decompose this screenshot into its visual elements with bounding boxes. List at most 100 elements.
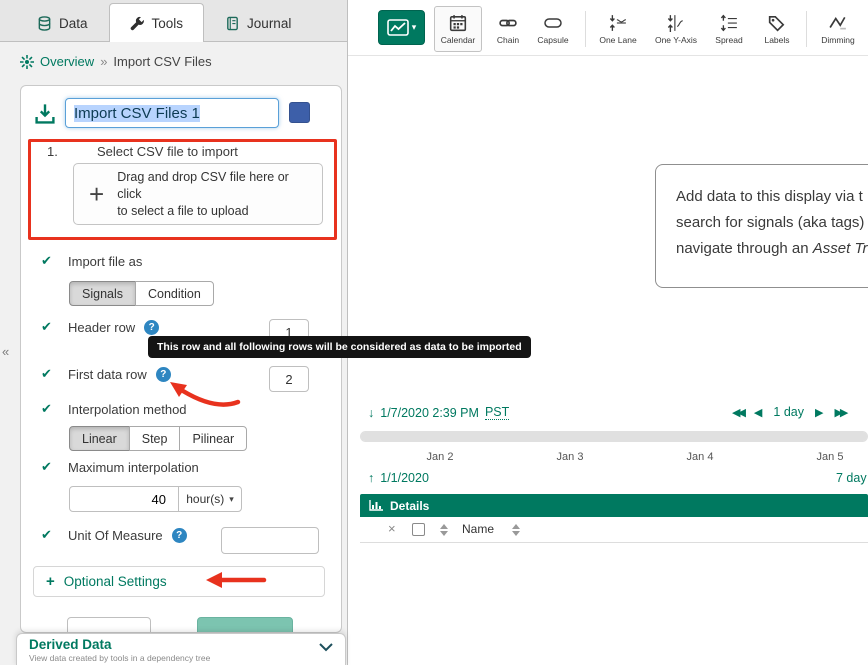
overview-home-icon [20,55,34,69]
time-scrollbar-handle[interactable] [361,432,867,441]
display-pane: ▾ Calendar Chain Capsule One Lane One Y-… [348,0,868,665]
interpolation-unit-value: hour(s) [186,492,224,506]
select-all-checkbox[interactable] [412,523,425,536]
unit-of-measure-row: ✔ Unit Of Measure ? [41,526,187,544]
details-panel-header[interactable]: Details [360,494,868,517]
range-start-label[interactable]: 1/1/2020 [380,471,429,485]
optional-settings-label: Optional Settings [64,574,167,589]
tab-tools[interactable]: Tools [109,3,205,42]
signals-option-button[interactable]: Signals [69,281,136,306]
wrench-icon [130,16,145,31]
interpolation-method-label: Interpolation method [68,402,187,417]
name-column-header[interactable]: Name [462,522,494,536]
axis-tick: Jan 4 [687,451,714,463]
display-toolbar: ▾ Calendar Chain Capsule One Lane One Y-… [348,0,868,56]
step-back-double-button[interactable]: ◀◀ [732,406,743,419]
tab-tools-label: Tools [152,16,184,31]
import-file-as-toggle: Signals Condition [69,281,214,306]
first-data-row-row: ✔ First data row ? [41,365,171,383]
csv-dropzone[interactable]: + Drag and drop CSV file here or click t… [73,163,323,225]
one-y-axis-icon [667,14,685,32]
maximum-interpolation-row: ✔ Maximum interpolation [41,458,199,476]
derived-data-text: Derived Data View data created by tools … [29,637,210,663]
first-data-row-help-icon[interactable]: ? [156,367,171,382]
derived-data-panel[interactable]: Derived Data View data created by tools … [16,633,346,665]
step1-number: 1. [47,144,58,159]
optional-settings-expander[interactable]: + Optional Settings [33,566,325,597]
axis-tick: Jan 5 [817,451,844,463]
time-step-label[interactable]: 1 day [773,405,804,419]
remove-all-icon[interactable]: × [388,521,396,536]
timezone-label[interactable]: PST [485,405,509,420]
maximum-interpolation-label: Maximum interpolation [68,460,199,475]
database-icon [37,16,52,31]
toolbar-capsule-button[interactable]: Capsule [530,6,576,52]
card-footer-button-right[interactable] [197,617,293,633]
tab-data-label: Data [59,16,88,31]
range-duration-label[interactable]: 7 day [836,471,867,485]
tab-data[interactable]: Data [16,5,109,41]
toolbar-capsule-label: Capsule [537,35,568,45]
sidebar-collapse-control[interactable]: « [2,344,9,359]
step1-label: Select CSV file to import [97,144,238,159]
import-file-as-label: Import file as [68,254,142,269]
time-scrollbar[interactable] [360,431,868,442]
details-chart-icon [369,500,383,511]
tool-name-selected-text: Import CSV Files 1 [74,105,200,122]
unit-of-measure-help-icon[interactable]: ? [172,528,187,543]
color-picker-button[interactable] [289,102,310,123]
tool-name-input[interactable]: Import CSV Files 1 [65,98,279,128]
plus-icon: + [46,573,55,590]
condition-option-button[interactable]: Condition [135,281,214,306]
breadcrumb-overview-link[interactable]: Overview [40,54,94,69]
unit-of-measure-input[interactable] [221,527,319,554]
dimming-icon [829,14,847,32]
import-download-icon [33,102,57,126]
view-selector-button[interactable]: ▾ [378,10,425,45]
labels-tag-icon [768,14,786,32]
tab-journal-label: Journal [247,16,291,31]
toolbar-labels-button[interactable]: Labels [756,6,798,52]
toolbar-spread-label: Spread [715,35,742,45]
chevron-down-icon[interactable] [319,643,333,652]
interpolation-unit-dropdown[interactable]: hour(s) ▾ [178,486,242,512]
range-start-group: ↑ 1/1/2020 [368,471,429,485]
maximum-interpolation-input[interactable] [69,486,179,512]
cursor-time-label[interactable]: 1/7/2020 2:39 PM [380,406,479,420]
card-footer-button-left[interactable] [67,617,151,633]
help-line-1: Add data to this display via t [676,184,868,210]
spread-icon [720,14,738,32]
toolbar-spread-button[interactable]: Spread [708,6,750,52]
toolbar-chain-label: Chain [497,35,519,45]
first-data-row-input[interactable] [269,366,309,392]
one-lane-icon [609,14,627,32]
step-forward-double-button[interactable]: ▶▶ [834,406,845,419]
plus-icon: + [89,184,104,204]
toolbar-one-y-axis-button[interactable]: One Y-Axis [648,6,704,52]
details-column-header: × Name [360,517,868,543]
toolbar-labels-label: Labels [764,35,789,45]
toolbar-calendar-button[interactable]: Calendar [434,6,482,52]
step-option-button[interactable]: Step [129,426,181,451]
import-file-as-row: ✔ Import file as [41,252,142,270]
chevron-down-icon: ▾ [229,494,234,505]
toolbar-chain-button[interactable]: Chain [488,6,528,52]
toolbar-calendar-label: Calendar [441,35,476,45]
header-row-help-icon[interactable]: ? [144,320,159,335]
tab-journal[interactable]: Journal [204,5,312,41]
header-row-label: Header row [68,320,135,335]
chevron-down-icon: ▾ [412,22,417,33]
breadcrumb-separator: » [100,54,107,69]
pilinear-option-button[interactable]: Pilinear [179,426,247,451]
toolbar-dimming-button[interactable]: Dimming [812,6,864,52]
step-forward-button[interactable]: ▶ [815,406,823,419]
linear-option-button[interactable]: Linear [69,426,130,451]
sort-icon[interactable] [512,524,520,536]
unit-of-measure-label: Unit Of Measure [68,528,163,543]
calendar-icon [449,14,467,32]
toolbar-separator [806,11,807,47]
sort-icon[interactable] [440,524,448,536]
help-line-3: navigate through an Asset Tre [676,236,868,262]
toolbar-one-lane-button[interactable]: One Lane [594,6,642,52]
step-back-button[interactable]: ◀ [754,406,762,419]
